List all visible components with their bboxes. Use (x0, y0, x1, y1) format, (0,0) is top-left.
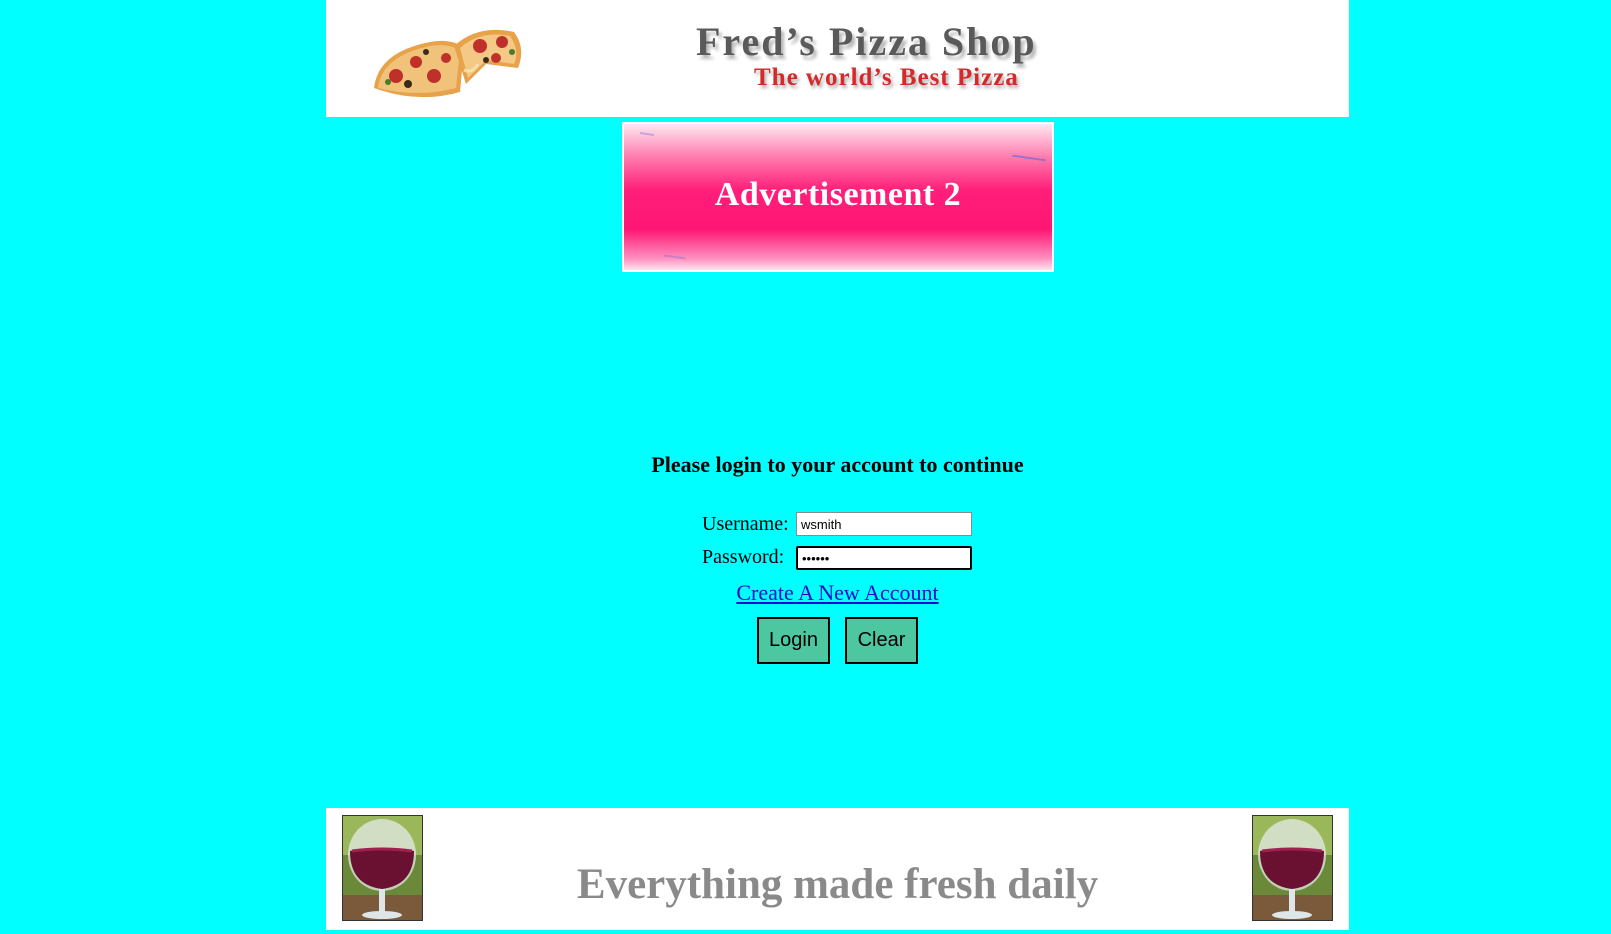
advertisement-banner[interactable]: Advertisement 2 (622, 122, 1054, 272)
pizza-icon (374, 29, 522, 98)
create-account-link-container: Create A New Account (0, 580, 1611, 606)
clear-button[interactable]: Clear (845, 617, 918, 664)
login-button[interactable]: Login (757, 617, 830, 664)
password-label: Password: (702, 546, 785, 568)
wine-glass-icon (1252, 815, 1333, 921)
username-label: Username: (702, 513, 789, 535)
password-input[interactable] (796, 546, 972, 570)
username-input[interactable] (796, 512, 972, 536)
site-tagline: The world’s Best Pizza (754, 64, 1019, 91)
create-account-link[interactable]: Create A New Account (736, 580, 938, 605)
login-heading: Please login to your account to continue (651, 452, 1024, 477)
advertisement-text: Advertisement 2 (714, 176, 962, 213)
advertisement-image: Advertisement 2 (624, 124, 1052, 270)
header-banner: Fred’s Pizza Shop The world’s Best Pizza (326, 0, 1349, 117)
footer-slogan: Everything made fresh daily (576, 861, 1099, 908)
site-title: Fred’s Pizza Shop (696, 19, 1037, 64)
footer-banner: Everything made fresh daily (326, 808, 1349, 930)
